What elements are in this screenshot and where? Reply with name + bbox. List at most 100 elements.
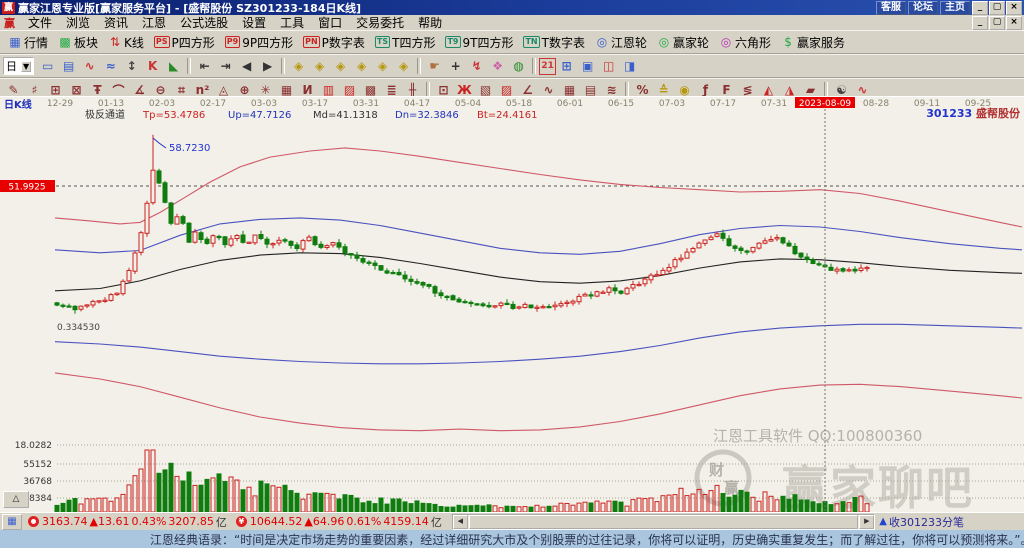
prev-bar-icon[interactable]: ◀ bbox=[236, 56, 257, 77]
candle-body bbox=[864, 266, 870, 270]
chart-window-icon[interactable]: ▭ bbox=[37, 56, 58, 77]
scroll-left-icon[interactable]: ◀ bbox=[452, 514, 468, 529]
crosshair-tool-icon[interactable]: + bbox=[445, 56, 466, 77]
volume-bar bbox=[282, 484, 288, 513]
volume-bar bbox=[120, 493, 126, 513]
channel-line-md bbox=[54, 252, 1023, 292]
child-restore-button[interactable]: ▢ bbox=[989, 15, 1005, 30]
scroll-right-icon[interactable]: ▶ bbox=[859, 514, 875, 529]
restore-button[interactable]: ▢ bbox=[989, 0, 1005, 15]
hexagon-button[interactable]: ◎ 六角形 bbox=[715, 32, 775, 53]
diamond-2-icon[interactable]: ◈ bbox=[309, 56, 330, 77]
next-bar-icon[interactable]: ▶ bbox=[257, 56, 278, 77]
szse-index-pct: 0.61% bbox=[346, 515, 382, 528]
menu-item-1[interactable]: 浏览 bbox=[59, 14, 97, 31]
menu-item-2[interactable]: 资讯 bbox=[97, 14, 135, 31]
sectors-button[interactable]: ▩ 板块 bbox=[54, 32, 102, 53]
diamond-5-icon[interactable]: ◈ bbox=[372, 56, 393, 77]
monitor-icon[interactable]: ▣ bbox=[577, 56, 598, 77]
p-table-button[interactable]: PN P数字表 bbox=[299, 32, 369, 53]
indicator-value-Dn: Dn=32.3846 bbox=[395, 110, 459, 121]
volume-bar bbox=[192, 484, 198, 513]
p-square-icon: PS bbox=[153, 36, 170, 48]
candle-body bbox=[804, 256, 810, 261]
period-select[interactable]: 日 ▼ bbox=[3, 57, 35, 75]
9p-square-button[interactable]: P9 9P四方形 bbox=[221, 32, 297, 53]
scrollbar-thumb[interactable] bbox=[468, 514, 859, 529]
gann-wheel-button[interactable]: ◎ 江恩轮 bbox=[591, 32, 651, 53]
calculator-icon[interactable]: ⊞ bbox=[556, 56, 577, 77]
trend-blue-icon[interactable]: ≈ bbox=[100, 56, 121, 77]
quotes-button[interactable]: ▦ 行情 bbox=[4, 32, 52, 53]
tick-data-label[interactable]: 收301233分笔 bbox=[889, 514, 964, 530]
diamond-3-icon[interactable]: ◈ bbox=[330, 56, 351, 77]
candle-body bbox=[408, 278, 414, 282]
menu-item-4[interactable]: 公式选股 bbox=[173, 14, 235, 31]
menu-item-5[interactable]: 设置 bbox=[235, 14, 273, 31]
child-minimize-button[interactable]: _ bbox=[972, 15, 988, 30]
candle-body bbox=[156, 170, 162, 184]
candle-body bbox=[858, 267, 864, 272]
candle-body bbox=[264, 238, 270, 245]
9t-square-button[interactable]: T9 9T四方形 bbox=[441, 32, 517, 53]
expand-pane-button[interactable]: △ bbox=[3, 491, 29, 508]
candle-body bbox=[222, 236, 228, 246]
info-panel-icon[interactable]: ▤ bbox=[58, 56, 79, 77]
candle-period-icon[interactable]: ↕ bbox=[121, 56, 142, 77]
menu-item-8[interactable]: 交易委托 bbox=[349, 14, 411, 31]
candle-body bbox=[360, 258, 366, 263]
diamond-6-icon[interactable]: ◈ bbox=[393, 56, 414, 77]
menu-item-3[interactable]: 江恩 bbox=[135, 14, 173, 31]
volume-bar bbox=[72, 498, 78, 513]
candle-body bbox=[162, 182, 168, 203]
export-icon[interactable]: ◨ bbox=[619, 56, 640, 77]
volume-bar bbox=[720, 493, 726, 513]
customer-service-button[interactable]: 客服 bbox=[876, 0, 906, 15]
date-label: 03-31 bbox=[353, 99, 379, 109]
hexagon-label: 六角形 bbox=[735, 35, 772, 50]
sectors-icon: ▩ bbox=[59, 35, 71, 49]
k-chart-icon[interactable]: K bbox=[142, 56, 163, 77]
trend-red-icon[interactable]: ∿ bbox=[79, 56, 100, 77]
first-bar-icon[interactable]: ⇤ bbox=[194, 56, 215, 77]
horizontal-scrollbar[interactable]: ◀ ▶ bbox=[451, 513, 876, 530]
candle-body bbox=[312, 236, 318, 246]
zigzag-tool-icon[interactable]: ↯ bbox=[466, 56, 487, 77]
menu-items: 文件 浏览 资讯 江恩 公式选股 设置 工具 窗口 交易委托 帮助 bbox=[21, 14, 449, 31]
candle-body bbox=[432, 286, 438, 294]
candle-body bbox=[522, 303, 528, 308]
close-button[interactable]: × bbox=[1006, 0, 1022, 15]
diamond-4-icon[interactable]: ◈ bbox=[351, 56, 372, 77]
sse-index-amount: 3207.85 bbox=[168, 515, 214, 528]
p-square-button[interactable]: PS P四方形 bbox=[150, 32, 219, 53]
magic-tool-icon[interactable]: ❖ bbox=[487, 56, 508, 77]
candle-body bbox=[792, 245, 798, 255]
9p-square-icon: P9 bbox=[224, 36, 241, 48]
toolbar-separator bbox=[187, 58, 192, 74]
quote-grid-icon[interactable]: ▦ bbox=[2, 513, 22, 530]
circle-tool-icon[interactable]: ◍ bbox=[508, 56, 529, 77]
homepage-button[interactable]: 主页 bbox=[940, 0, 970, 15]
date-label: 05-18 bbox=[506, 99, 532, 109]
save-icon[interactable]: ◫ bbox=[598, 56, 619, 77]
menu-item-0[interactable]: 文件 bbox=[21, 14, 59, 31]
menu-item-7[interactable]: 窗口 bbox=[311, 14, 349, 31]
t-table-button[interactable]: TN T数字表 bbox=[519, 32, 589, 53]
diamond-1-icon[interactable]: ◈ bbox=[288, 56, 309, 77]
forum-button[interactable]: 论坛 bbox=[908, 0, 938, 15]
child-close-button[interactable]: × bbox=[1006, 15, 1022, 30]
winner-service-button[interactable]: $ 赢家服务 bbox=[777, 32, 849, 53]
t-square-button[interactable]: TS T四方形 bbox=[371, 32, 440, 53]
calendar-icon[interactable]: 21 bbox=[539, 57, 557, 75]
flag-icon[interactable]: ◣ bbox=[163, 56, 184, 77]
menu-item-6[interactable]: 工具 bbox=[273, 14, 311, 31]
last-bar-icon[interactable]: ⇥ bbox=[215, 56, 236, 77]
hand-tool-icon[interactable]: ☛ bbox=[424, 56, 445, 77]
kline-button[interactable]: ⇅ K线 bbox=[104, 32, 148, 53]
volume-bar bbox=[582, 501, 588, 513]
price-axis-label: 18.0282 bbox=[15, 441, 52, 451]
menu-item-9[interactable]: 帮助 bbox=[411, 14, 449, 31]
kline-chart[interactable]: 江恩工具软件 QQ:100800360财赢 赢家聊吧12-29 01-13 02-03… bbox=[0, 97, 1024, 513]
minimize-button[interactable]: _ bbox=[972, 0, 988, 15]
winner-wheel-button[interactable]: ◎ 赢家轮 bbox=[653, 32, 713, 53]
